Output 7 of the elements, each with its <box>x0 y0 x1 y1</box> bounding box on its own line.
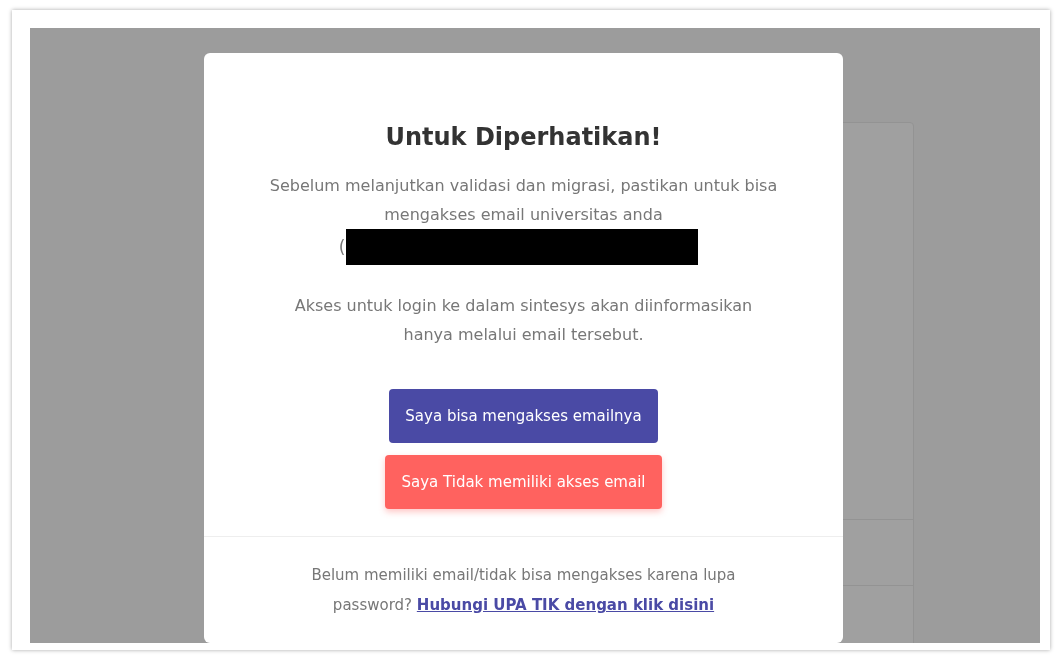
confirm-button[interactable]: Saya bisa mengakses emailnya <box>389 389 658 443</box>
modal-title: Untuk Diperhatikan! <box>385 123 662 151</box>
message-text: Sebelum melanjutkan validasi dan migrasi, pastikan untuk bisa mengakses email universitas anda <box>268 175 779 226</box>
email-text: ( <box>338 237 346 257</box>
footer-text: Belum memiliki email/tidak bisa mengakses karena lupa password? Hubungi UPA TIK dengan klik disini <box>310 565 737 616</box>
note-text: Akses untuk login ke dalam sintesys akan diinformasikan hanya melalui email tersebut. <box>293 295 754 346</box>
contact-link[interactable]: Hubungi UPA TIK dengan klik disini <box>416 596 715 614</box>
